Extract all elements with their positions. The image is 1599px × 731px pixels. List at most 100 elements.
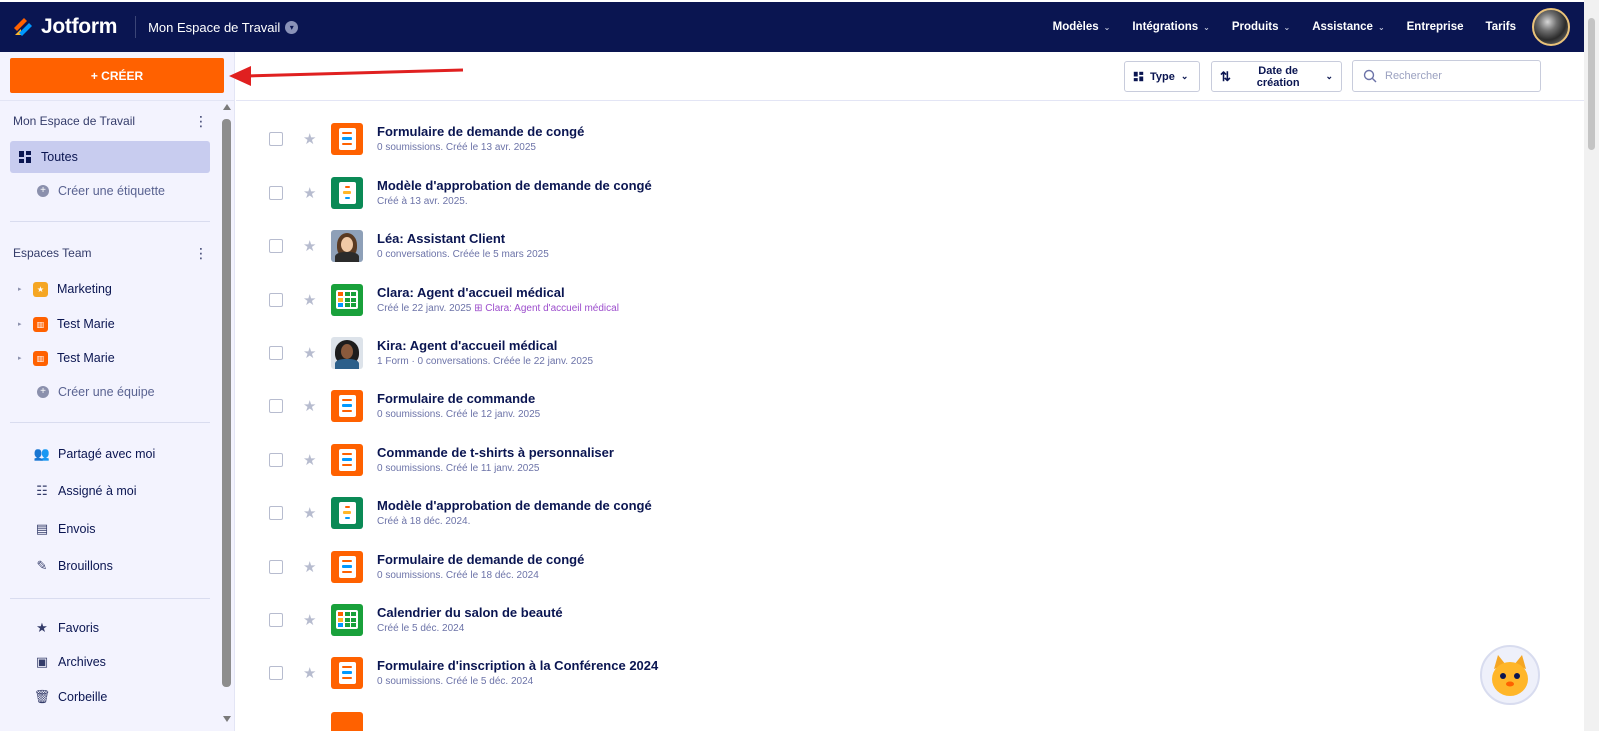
grid-icon (19, 151, 31, 163)
expand-caret-icon[interactable]: ▸ (18, 354, 24, 362)
nav-item-tarifs[interactable]: Tarifs (1486, 21, 1516, 33)
sidebar-item-favorites[interactable]: ★ Favoris (10, 612, 210, 644)
list-item[interactable]: ★ Calendrier du salon de beauté Créé le 5… (236, 593, 1584, 646)
item-title[interactable]: Formulaire de commande (377, 391, 540, 406)
sidebar-item-team-test-marie-2[interactable]: ▸ ▥ Test Marie (10, 342, 210, 374)
list-item[interactable]: ★ Formulaire de demande de congé 0 soumis… (236, 540, 1584, 593)
more-options-icon[interactable]: ⋮ (194, 114, 208, 128)
scroll-up-arrow-icon[interactable] (223, 104, 231, 110)
item-title[interactable]: Kira: Agent d'accueil médical (377, 338, 593, 353)
favorite-star-icon[interactable]: ★ (303, 611, 316, 629)
linked-table-tag[interactable]: ⊞ Clara: Agent d'accueil médical (474, 303, 619, 314)
expand-caret-icon[interactable]: ▸ (18, 285, 24, 293)
list-item[interactable]: ★ Formulaire de demande de congé 0 soumis… (236, 112, 1584, 165)
type-filter-button[interactable]: Type ⌄ (1124, 61, 1200, 92)
favorite-star-icon[interactable]: ★ (303, 451, 316, 469)
chevron-down-icon: ▾ (285, 20, 299, 34)
sidebar-item-submissions[interactable]: ▤ Envois (10, 513, 210, 545)
favorite-star-icon[interactable]: ★ (303, 344, 316, 362)
favorite-star-icon[interactable]: ★ (303, 558, 316, 576)
sidebar-item-assigned[interactable]: ☷ Assigné à moi (10, 475, 210, 507)
item-meta: 0 soumissions. Créé le 18 déc. 2024 (377, 570, 539, 581)
page-scrollbar-thumb[interactable] (1588, 18, 1595, 150)
shared-users-icon: 👥 (33, 446, 51, 461)
assistant-mascot-button[interactable] (1480, 645, 1540, 705)
row-checkbox[interactable] (269, 345, 283, 360)
list-item[interactable]: ★ Clara: Agent d'accueil médical Créé le … (236, 273, 1584, 326)
list-item[interactable]: ★ Formulaire de commande 0 soumissions. C… (236, 379, 1584, 432)
item-title[interactable]: Clara: Agent d'accueil médical (377, 285, 619, 300)
sidebar-item-team-test-marie[interactable]: ▸ ▥ Test Marie (10, 308, 210, 340)
list-item[interactable]: ★ Modèle d'approbation de demande de con… (236, 486, 1584, 539)
favorite-star-icon[interactable]: ★ (303, 291, 316, 309)
item-title[interactable]: Formulaire de demande de congé (377, 552, 584, 567)
nav-item-entreprise[interactable]: Entreprise (1407, 21, 1464, 33)
list-item[interactable]: ★ Formulaire d'inscription à la Conféren… (236, 646, 1584, 699)
more-options-icon[interactable]: ⋮ (194, 246, 208, 260)
item-meta: 0 soumissions. Créé le 11 janv. 2025 (377, 463, 540, 474)
sidebar-item-team-marketing[interactable]: ▸ ★ Marketing (10, 273, 210, 305)
row-checkbox[interactable] (269, 238, 283, 253)
user-avatar[interactable] (1532, 8, 1570, 46)
create-tag-link[interactable]: + Créer une étiquette (10, 175, 210, 207)
sidebar-scrollbar[interactable] (221, 104, 233, 722)
sidebar-item-trash[interactable]: 🗑 Corbeille (10, 681, 210, 713)
nav-item-integrations[interactable]: Intégrations ⌄ (1132, 21, 1210, 33)
row-checkbox[interactable] (269, 452, 283, 467)
submissions-icon: ▤ (35, 521, 49, 536)
item-title[interactable]: Modèle d'approbation de demande de congé (377, 178, 652, 193)
sidebar: + CRÉER Mon Espace de Travail ⋮ Toutes +… (0, 52, 235, 731)
favorite-star-icon[interactable]: ★ (303, 184, 316, 202)
chevron-down-icon: ⌄ (1283, 22, 1291, 32)
item-title[interactable]: Modèle d'approbation de demande de congé (377, 498, 652, 513)
page-scrollbar[interactable] (1584, 0, 1599, 731)
row-checkbox[interactable] (269, 398, 283, 413)
jotform-logo-icon (14, 18, 32, 36)
item-title[interactable]: Formulaire d'inscription à la Conférence… (377, 658, 658, 673)
create-button[interactable]: + CRÉER (10, 58, 224, 93)
row-checkbox[interactable] (269, 612, 283, 627)
item-title[interactable]: Commande de t-shirts à personnaliser (377, 445, 614, 460)
create-team-link[interactable]: + Créer une équipe (10, 376, 210, 408)
sidebar-item-shared[interactable]: 👥 Partagé avec moi (10, 438, 210, 470)
sidebar-item-archives[interactable]: ▣ Archives (10, 646, 210, 678)
row-checkbox[interactable] (269, 131, 283, 146)
favorite-star-icon[interactable]: ★ (303, 130, 316, 148)
row-checkbox[interactable] (269, 505, 283, 520)
scroll-down-arrow-icon[interactable] (223, 716, 231, 722)
list-item[interactable]: ★ Commande de t-shirts à personnaliser 0 … (236, 433, 1584, 486)
sidebar-item-drafts[interactable]: ✎ Brouillons (10, 550, 210, 582)
favorite-star-icon[interactable]: ★ (303, 397, 316, 415)
workspace-title[interactable]: Mon Espace de Travail ▾ (148, 20, 299, 35)
favorite-star-icon[interactable]: ★ (303, 664, 316, 682)
sidebar-item-all[interactable]: Toutes (10, 141, 210, 173)
nav-item-label: Assistance (1312, 21, 1373, 33)
item-title[interactable]: Calendrier du salon de beauté (377, 605, 563, 620)
chevron-down-icon: ⌄ (1203, 22, 1210, 32)
list-item[interactable]: ★ Kira: Agent d'accueil médical 1 Form · … (236, 326, 1584, 379)
row-checkbox[interactable] (269, 185, 283, 200)
expand-caret-icon[interactable]: ▸ (18, 320, 24, 328)
item-title[interactable]: Formulaire de demande de congé (377, 124, 584, 139)
nav-item-modeles[interactable]: Modèles ⌄ (1053, 21, 1111, 33)
jotform-logo[interactable]: Jotform (12, 15, 117, 39)
favorite-star-icon[interactable]: ★ (303, 237, 316, 255)
item-title[interactable]: Léa: Assistant Client (377, 231, 549, 246)
list-item[interactable]: ★ Léa: Assistant Client 0 conversations. … (236, 219, 1584, 272)
nav-item-label: Modèles (1052, 21, 1099, 33)
nav-item-produits[interactable]: Produits ⌄ (1232, 21, 1290, 33)
row-checkbox[interactable] (269, 292, 283, 307)
approval-flow-icon (331, 496, 363, 529)
sidebar-item-label: Favoris (58, 621, 99, 635)
sidebar-divider (10, 221, 210, 222)
sidebar-scrollbar-thumb[interactable] (222, 119, 231, 687)
nav-item-assistance[interactable]: Assistance ⌄ (1312, 21, 1384, 33)
search-input[interactable] (1385, 70, 1525, 82)
row-checkbox[interactable] (269, 665, 283, 680)
favorite-star-icon[interactable]: ★ (303, 504, 316, 522)
sort-button[interactable]: ⇅ Date de création ⌄ (1211, 61, 1342, 92)
list-item[interactable]: ★ Modèle d'approbation de demande de con… (236, 166, 1584, 219)
item-meta-text: Créé le 22 janv. 2025 (377, 303, 472, 314)
row-checkbox[interactable] (269, 559, 283, 574)
search-box[interactable] (1352, 60, 1541, 92)
